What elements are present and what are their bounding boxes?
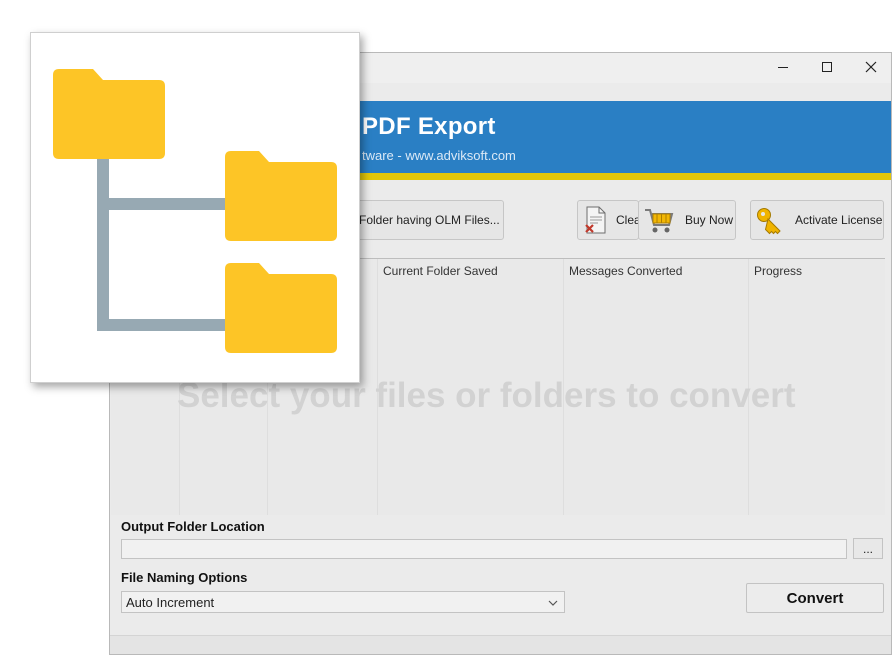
close-icon xyxy=(865,61,877,73)
file-naming-label: File Naming Options xyxy=(121,570,248,585)
shopping-cart-icon xyxy=(643,205,675,235)
app-subtitle: tware - www.adviksoft.com xyxy=(362,148,516,163)
folder-tree-icon xyxy=(31,33,359,382)
file-naming-value: Auto Increment xyxy=(126,594,215,610)
minimize-button[interactable] xyxy=(761,53,805,81)
minimize-icon xyxy=(777,61,789,73)
output-folder-label: Output Folder Location xyxy=(121,519,265,534)
folder-tree-card xyxy=(30,32,360,383)
screenshot-stage: PDF Export tware - www.adviksoft.com Fol… xyxy=(0,0,892,655)
output-folder-input[interactable] xyxy=(121,539,847,559)
maximize-button[interactable] xyxy=(805,53,849,81)
clear-label: Clea xyxy=(616,213,639,227)
clear-document-icon xyxy=(582,205,610,235)
key-icon xyxy=(755,205,787,235)
maximize-icon xyxy=(821,61,833,73)
column-header-progress[interactable]: Progress xyxy=(754,264,802,278)
column-header-messages-converted[interactable]: Messages Converted xyxy=(569,264,682,278)
chevron-down-icon xyxy=(548,596,558,611)
select-folder-label: Folder having OLM Files... xyxy=(359,213,500,227)
buy-now-button[interactable]: Buy Now xyxy=(638,200,736,240)
activate-license-button[interactable]: Activate License xyxy=(750,200,884,240)
status-bar xyxy=(110,635,891,654)
close-button[interactable] xyxy=(849,53,891,81)
column-header-current-folder[interactable]: Current Folder Saved xyxy=(383,264,498,278)
file-naming-select[interactable]: Auto Increment xyxy=(121,591,565,613)
app-title: PDF Export xyxy=(362,113,496,140)
browse-button[interactable]: ... xyxy=(853,538,883,559)
buy-now-label: Buy Now xyxy=(685,213,734,227)
clear-button[interactable]: Clea xyxy=(577,200,639,240)
convert-button[interactable]: Convert xyxy=(746,583,884,613)
activate-license-label: Activate License xyxy=(795,213,883,227)
